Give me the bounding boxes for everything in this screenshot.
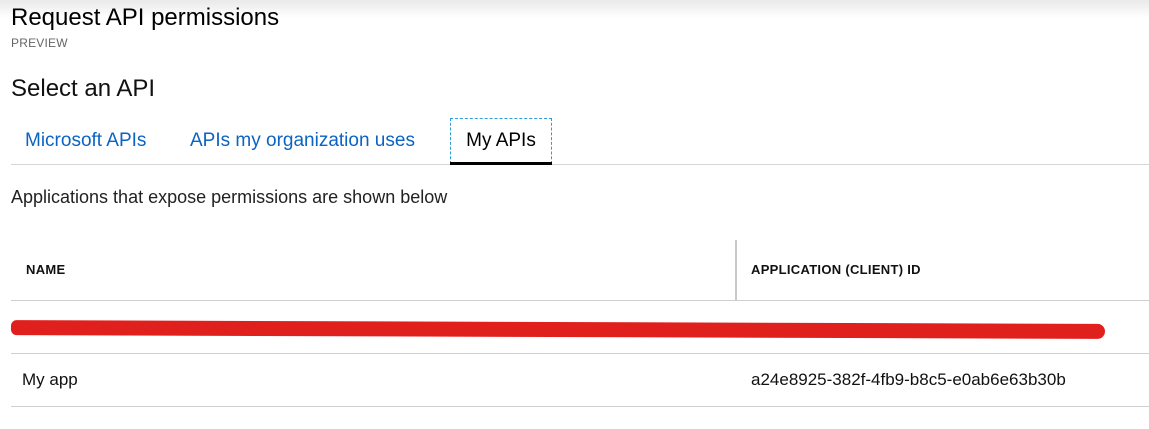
column-header-client-id[interactable]: APPLICATION (CLIENT) ID — [751, 240, 921, 300]
column-resize-handle[interactable] — [735, 240, 737, 300]
page-title: Request API permissions — [11, 4, 280, 31]
table-row[interactable] — [10, 301, 1149, 354]
app-name-cell: My app — [22, 370, 78, 389]
column-header-name[interactable]: NAME — [26, 240, 65, 300]
api-tabs: Microsoft APIs APIs my organization uses… — [11, 118, 1149, 165]
table-header: NAME APPLICATION (CLIENT) ID — [11, 240, 1149, 301]
tab-microsoft-apis[interactable]: Microsoft APIs — [25, 118, 146, 164]
preview-label: PREVIEW — [11, 36, 68, 50]
client-id-cell: a24e8925-382f-4fb9-b8c5-e0ab6e63b30b — [751, 370, 1066, 389]
tab-my-apis[interactable]: My APIs — [450, 118, 552, 165]
apis-table: NAME APPLICATION (CLIENT) ID My app a24e… — [10, 240, 1149, 407]
table-row[interactable]: My app a24e8925-382f-4fb9-b8c5-e0ab6e63b… — [11, 354, 1149, 407]
tab-apis-my-organization-uses[interactable]: APIs my organization uses — [190, 118, 415, 164]
description-text: Applications that expose permissions are… — [11, 187, 448, 207]
section-title: Select an API — [11, 75, 156, 102]
redaction-mark — [10, 320, 1106, 339]
